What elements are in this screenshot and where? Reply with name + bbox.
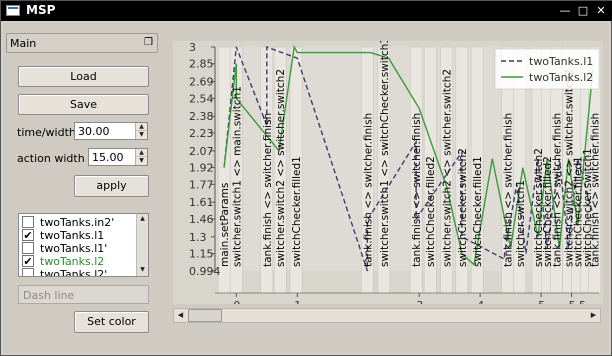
event-label: switcher.switch1 <> main.switch1: [231, 86, 243, 267]
window-title: MSP: [26, 3, 56, 17]
list-item-label: twoTanks.l1': [40, 242, 108, 255]
y-tick-label: 1.3: [189, 231, 207, 244]
maximize-icon[interactable]: □: [575, 3, 591, 18]
y-tick-label: 2.38: [189, 110, 214, 123]
y-tick-label: 1.15: [189, 248, 214, 261]
app-icon: [6, 5, 20, 16]
legend-label: twoTanks.l1: [529, 55, 593, 68]
x-tick-label: 4: [477, 299, 484, 304]
x-tick-label: 3: [416, 299, 423, 304]
action-width-value: 15.00: [92, 151, 124, 164]
scroll-right-icon[interactable]: ▶: [587, 309, 600, 322]
y-tick-label: 2.23: [189, 127, 214, 140]
main-content: Main ❐ Load Save time/width 30.00 ▲ ▼ ac…: [3, 23, 609, 353]
y-tick-label: 0.994: [189, 265, 221, 278]
minimize-icon[interactable]: —: [557, 3, 573, 18]
list-item[interactable]: ✔ twoTanks.l1: [19, 229, 136, 242]
event-label: switcher.switch1 <> switchChecker.switch…: [379, 41, 391, 267]
event-label: tank.finish <> switcher.finish: [362, 113, 374, 267]
series-checkbox[interactable]: ✔: [22, 229, 34, 241]
dash-line-placeholder: Dash line: [23, 289, 75, 302]
event-label: switchChecker.switch2: [457, 148, 469, 267]
series-checkbox[interactable]: [22, 268, 34, 276]
event-label: tank.finish <> switcher.finish: [590, 113, 602, 267]
event-label: tank.finish <> switcher.finish: [262, 113, 274, 267]
event-label: tank.finish <> switcher.finish: [503, 113, 515, 267]
event-label: switchChecker.filled1: [291, 156, 303, 267]
main-window: MSP — □ ✕ Main ❐ Load Save time/width 30…: [0, 0, 612, 356]
y-tick-label: 1.46: [189, 213, 214, 226]
x-tick-label: 1: [294, 299, 301, 304]
list-item-label: twoTanks.in2': [40, 216, 115, 229]
event-label: tank.finish <> switcher.finish: [411, 113, 423, 267]
list-item-label: twoTanks.l2: [40, 255, 105, 268]
series-checkbox[interactable]: [22, 242, 34, 254]
set-color-button[interactable]: Set color: [74, 311, 149, 333]
event-label: tank.finish <> switcher.finish: [551, 113, 563, 267]
sequence-chart[interactable]: 3 2.85 2.69 2.54 2.38 2.23 2.07 1.92 1.77 1.61 1.4…: [173, 37, 603, 312]
series-checkbox[interactable]: ✔: [22, 255, 34, 267]
float-dock-icon[interactable]: ❐: [143, 37, 154, 48]
x-tick-label: 5: [538, 299, 545, 304]
x-tick-label: 0: [233, 299, 240, 304]
y-tick-label: 3: [189, 41, 196, 54]
list-item[interactable]: twoTanks.l2': [19, 268, 136, 277]
series-checkbox[interactable]: [22, 216, 34, 228]
event-label: switcher.switch2 <> switcher.switch2: [275, 69, 287, 267]
x-tick-label: 5.5: [569, 299, 587, 304]
y-tick-label: 2.07: [189, 145, 214, 158]
action-width-label: action width: [17, 152, 85, 165]
spin-arrows: ▲ ▼: [135, 149, 147, 165]
spin-down-icon[interactable]: ▼: [136, 157, 147, 165]
event-label: switchChecker.filled1: [472, 156, 484, 267]
scroll-left-icon[interactable]: ◀: [174, 309, 187, 322]
spin-up-icon[interactable]: ▲: [136, 149, 147, 157]
y-tick-label: 2.54: [189, 92, 214, 105]
time-width-spinbox[interactable]: 30.00 ▲ ▼: [74, 122, 148, 140]
save-button[interactable]: Save: [18, 94, 149, 115]
scroll-down-icon[interactable]: ▼: [137, 265, 148, 275]
chart-panel[interactable]: 3 2.85 2.69 2.54 2.38 2.23 2.07 1.92 1.77 1.61 1.4…: [173, 37, 603, 312]
dock-title: Main: [10, 37, 37, 50]
chart-horizontal-scrollbar[interactable]: ◀ ▶: [173, 308, 601, 323]
y-tick-label: 1.92: [189, 162, 214, 175]
list-item-label: twoTanks.l2': [40, 268, 108, 277]
time-width-label: time/width: [17, 126, 76, 139]
event-label: switcher.switch1: [515, 180, 527, 267]
list-item[interactable]: ✔ twoTanks.l2: [19, 255, 136, 268]
list-scrollbar[interactable]: ▲ ▼: [136, 214, 148, 276]
dock-header: Main ❐: [6, 33, 158, 53]
y-tick-label: 1.77: [189, 178, 214, 191]
y-tick-label: 2.85: [189, 58, 214, 71]
dash-line-field[interactable]: Dash line: [18, 285, 149, 304]
y-tick-label: 2.69: [189, 76, 214, 89]
spin-arrows: ▲ ▼: [135, 123, 147, 139]
load-button[interactable]: Load: [18, 66, 149, 87]
y-tick-label: 1.61: [189, 196, 214, 209]
series-list[interactable]: twoTanks.in2' ✔ twoTanks.l1 twoTanks.l1'…: [18, 213, 149, 277]
list-item[interactable]: twoTanks.in2': [19, 216, 136, 229]
title-bar[interactable]: MSP — □ ✕: [1, 1, 612, 21]
event-label: switcher.switch2 <> switcher.switch2: [442, 69, 454, 267]
main-dock-panel: Main ❐ Load Save time/width 30.00 ▲ ▼ ac…: [6, 33, 158, 351]
event-label: main.setParams: [219, 183, 231, 267]
scroll-up-icon[interactable]: ▲: [137, 214, 148, 224]
scroll-thumb[interactable]: [188, 309, 222, 322]
legend-label: twoTanks.l2: [529, 71, 593, 84]
event-label: switchChecker.filled2: [425, 156, 437, 267]
apply-button[interactable]: apply: [74, 175, 149, 197]
spin-down-icon[interactable]: ▼: [136, 131, 147, 139]
action-width-spinbox[interactable]: 15.00 ▲ ▼: [88, 148, 148, 166]
close-icon[interactable]: ✕: [593, 3, 609, 18]
spin-up-icon[interactable]: ▲: [136, 123, 147, 131]
time-width-value: 30.00: [78, 125, 110, 138]
list-item-label: twoTanks.l1: [40, 229, 105, 242]
list-item[interactable]: twoTanks.l1': [19, 242, 136, 255]
